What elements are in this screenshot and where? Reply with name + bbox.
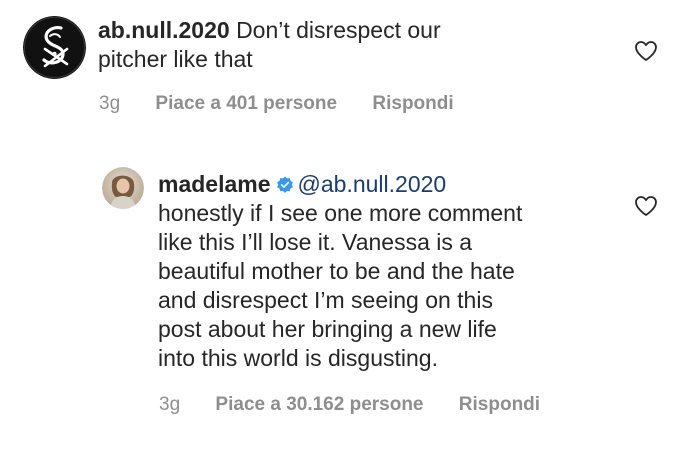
comment-1-meta: 3g Piace a 401 persone Rispondi [99,93,484,115]
comment-2-reply-button[interactable]: Rispondi [459,394,540,415]
comment-1-text-line2: pitcher like that [98,46,253,72]
verified-badge-icon [276,176,293,193]
comment-2-username[interactable]: madelame [158,171,271,197]
comment-2-time: 3g [159,394,181,415]
white-sox-logo-icon[interactable] [23,16,86,79]
comment-1-time: 3g [99,93,121,114]
comment-2: madelame @ab.null.2020 honestly if I see… [0,130,696,457]
heart-outline-icon[interactable] [634,195,658,217]
comment-2-line-1: honestly if I see one more comment [158,200,523,226]
comment-1: ab.null.2020 Don’t disrespect our pitche… [0,0,696,130]
comment-2-likes[interactable]: Piace a 30.162 persone [215,394,423,415]
comment-2-meta: 3g Piace a 30.162 persone Rispondi [159,394,570,416]
comment-2-line-2: like this I’ll lose it. Vanessa is a [158,229,473,255]
comment-2-line-5: post about her bringing a new life [158,316,497,342]
comment-2-line-3: beautiful mother to be and the hate [158,258,515,284]
comment-1-text-line1: Don’t disrespect our [236,17,441,43]
comment-2-line-4: and disrespect I’m seeing on this [158,287,493,313]
comment-1-likes[interactable]: Piace a 401 persone [155,93,337,114]
comment-1-username[interactable]: ab.null.2020 [98,17,230,43]
comment-1-reply-button[interactable]: Rispondi [372,93,453,114]
comment-2-body: madelame @ab.null.2020 honestly if I see… [158,170,618,373]
user-photo-avatar[interactable] [102,167,144,209]
comment-1-body: ab.null.2020 Don’t disrespect our pitche… [98,16,578,74]
mention-link[interactable]: @ab.null.2020 [298,171,447,197]
heart-outline-icon[interactable] [634,40,658,62]
comment-2-line-6: into this world is disgusting. [158,345,438,371]
